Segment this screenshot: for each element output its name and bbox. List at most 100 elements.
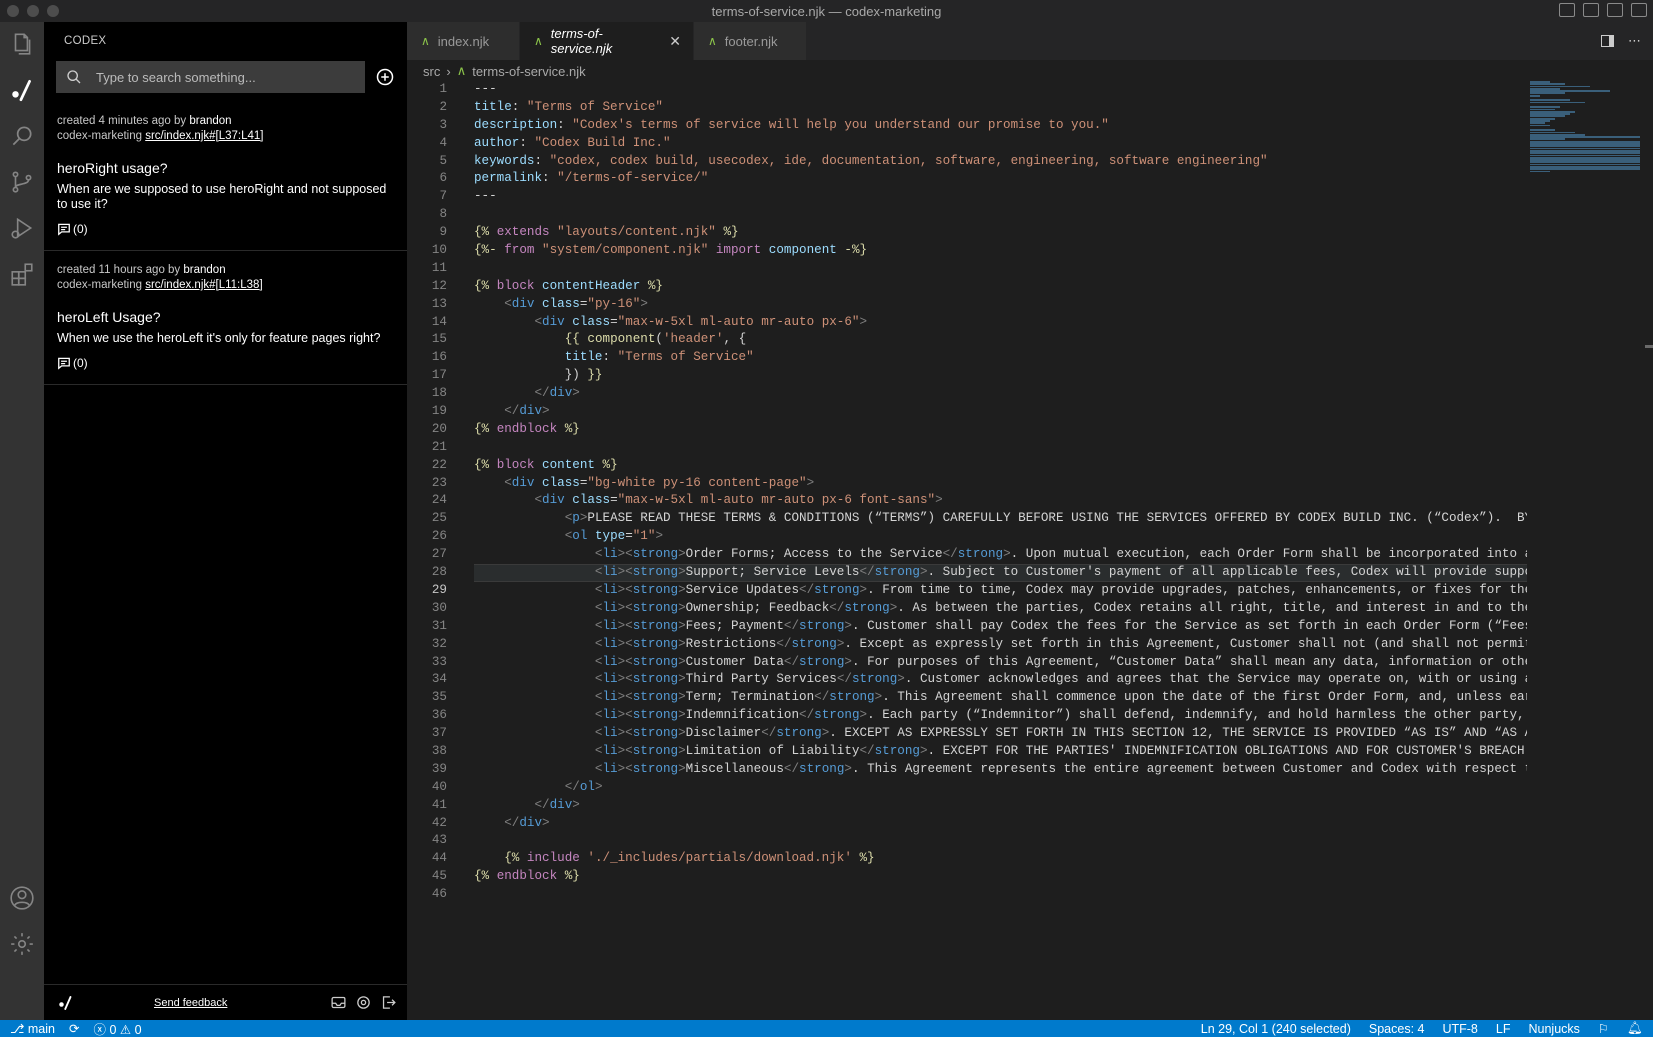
line-number: 46 (431, 887, 447, 902)
feedback-icon[interactable]: ⚐ (1598, 1021, 1609, 1036)
comment-repo: codex-marketing (57, 279, 143, 291)
search-icon (67, 70, 81, 84)
code-line: title: "Terms of Service" (564, 350, 754, 365)
nunjucks-file-icon: ∧ (534, 34, 543, 48)
code-line: <li><strong>Restrictions</strong>. Excep… (594, 636, 1527, 651)
code-line: <div class="max-w-5xl ml-auto mr-auto px… (534, 493, 943, 508)
line-number: 43 (431, 833, 447, 848)
layout-controls (1559, 3, 1647, 17)
code-line: description: "Codex's terms of service w… (474, 117, 1109, 132)
settings-icon[interactable] (355, 994, 372, 1011)
line-number: 25 (431, 511, 447, 526)
split-editor-icon[interactable] (1601, 35, 1614, 47)
code-line: author: "Codex Build Inc." (474, 135, 671, 150)
inbox-icon[interactable] (330, 994, 347, 1011)
comment-repo: codex-marketing (57, 130, 143, 142)
indentation-status[interactable]: Spaces: 4 (1369, 1022, 1425, 1036)
add-comment-button[interactable] (375, 67, 395, 87)
comment-item[interactable]: created 11 hours ago by brandon codex-ma… (44, 251, 407, 385)
tab-index[interactable]: ∧ index.njk (407, 22, 519, 60)
code-line: <li><strong>Order Forms; Access to the S… (594, 547, 1527, 562)
breadcrumb-file[interactable]: terms-of-service.njk (472, 64, 585, 79)
code-line: <li><strong>Term; Termination</strong>. … (594, 690, 1527, 705)
code-line: keywords: "codex, codex build, usecodex,… (474, 153, 1268, 168)
comment-body: When we use the heroLeft it's only for f… (57, 331, 381, 345)
tab-label: terms-of-service.njk (550, 26, 613, 56)
line-number: 22 (431, 457, 447, 472)
line-number: 31 (431, 618, 447, 633)
source-control-icon[interactable] (8, 168, 36, 196)
comment-replies-button[interactable]: (0) (57, 222, 395, 236)
problems-status[interactable]: ⓧ 0 ⚠ 0 (93, 1019, 141, 1037)
account-icon[interactable] (8, 884, 36, 912)
code-line: <div class="max-w-5xl ml-auto mr-auto px… (534, 314, 868, 329)
zoom-window-button[interactable] (47, 5, 59, 17)
line-number: 37 (431, 726, 447, 741)
line-number: 40 (431, 779, 447, 794)
sidebar-footer: Send feedback (44, 984, 407, 1020)
close-tab-icon[interactable]: ✕ (669, 33, 681, 50)
search-box[interactable] (56, 61, 366, 93)
code-line: <li><strong>Fees; Payment</strong>. Cust… (594, 618, 1527, 633)
send-feedback-link[interactable]: Send feedback (154, 997, 227, 1009)
comment-file-link[interactable]: src/index.njk#[L11:L38] (145, 279, 262, 291)
code-line: <li><strong>Disclaimer</strong>. EXCEPT … (594, 726, 1527, 741)
comment-replies-button[interactable]: (0) (57, 356, 395, 370)
comment-created: created 11 hours ago by (57, 264, 181, 276)
minimap[interactable] (1530, 81, 1645, 181)
search-icon[interactable] (8, 122, 36, 150)
extensions-icon[interactable] (8, 260, 36, 288)
line-number: 21 (431, 439, 447, 454)
more-actions-icon[interactable]: ⋯ (1628, 33, 1641, 49)
code-line: title: "Terms of Service" (474, 99, 663, 114)
line-number: 45 (431, 869, 447, 884)
comment-author: brandon (183, 264, 226, 276)
language-mode[interactable]: Nunjucks (1528, 1022, 1579, 1036)
eol-status[interactable]: LF (1496, 1022, 1511, 1036)
code-line: </div> (504, 404, 550, 419)
gear-icon[interactable] (8, 930, 36, 958)
sync-icon[interactable]: ⟳ (69, 1021, 79, 1036)
editor-tabs: ∧ index.njk ∧ terms-of-service.njk ✕ ∧ f… (407, 22, 1653, 60)
tab-footer[interactable]: ∧ footer.njk (694, 22, 806, 60)
line-number: 8 (439, 207, 447, 222)
breadcrumb-folder[interactable]: src (423, 64, 440, 79)
toggle-panel-icon[interactable] (1583, 3, 1599, 17)
toggle-sidebar-icon[interactable] (1559, 3, 1575, 17)
code-line: {% block contentHeader %} (474, 278, 663, 293)
bell-icon[interactable]: 🔔︎ (1627, 1021, 1643, 1036)
close-window-button[interactable] (7, 5, 19, 17)
code-line: </div> (534, 386, 580, 401)
run-debug-icon[interactable] (8, 214, 36, 242)
editor-scrollbar[interactable] (1645, 345, 1653, 348)
files-icon[interactable] (8, 30, 36, 58)
cursor-position[interactable]: Ln 29, Col 1 (240 selected) (1201, 1022, 1351, 1036)
code-line: <li><strong>Ownership; Feedback</strong>… (594, 600, 1527, 615)
minimize-window-button[interactable] (27, 5, 39, 17)
encoding-status[interactable]: UTF-8 (1442, 1022, 1477, 1036)
line-number: 1 (439, 82, 447, 96)
code-line: <ol type="1"> (564, 529, 663, 544)
customize-layout-icon[interactable] (1631, 3, 1647, 17)
codex-icon[interactable] (8, 76, 36, 104)
code-line: {%- from "system/component.njk" import c… (474, 243, 868, 258)
line-number: 17 (431, 368, 447, 383)
code-editor[interactable]: 1 --- 2 title: "Terms of Service" 3 descrip… (407, 81, 1527, 981)
toggle-secondary-sidebar-icon[interactable] (1607, 3, 1623, 17)
comment-location: codex-marketing src/index.njk#[L37:L41] (57, 129, 395, 144)
code-line: <li><strong>Customer Data</strong>. For … (594, 654, 1527, 669)
plus-circle-icon (376, 68, 394, 86)
error-count: 0 (109, 1023, 117, 1037)
window-controls[interactable] (7, 5, 59, 17)
nunjucks-file-icon: ∧ (708, 34, 717, 48)
line-number: 6 (439, 171, 447, 186)
comment-file-link[interactable]: src/index.njk#[L37:L41] (145, 130, 263, 142)
search-input[interactable] (96, 69, 346, 85)
line-number: 35 (431, 690, 447, 705)
line-number: 4 (439, 135, 447, 150)
comment-item[interactable]: created 4 minutes ago by brandon codex-m… (44, 102, 407, 251)
tab-terms-of-service[interactable]: ∧ terms-of-service.njk ✕ (520, 22, 693, 60)
line-number: 16 (431, 350, 447, 365)
branch-status[interactable]: ⎇ main (10, 1021, 55, 1036)
sign-out-icon[interactable] (380, 994, 397, 1011)
